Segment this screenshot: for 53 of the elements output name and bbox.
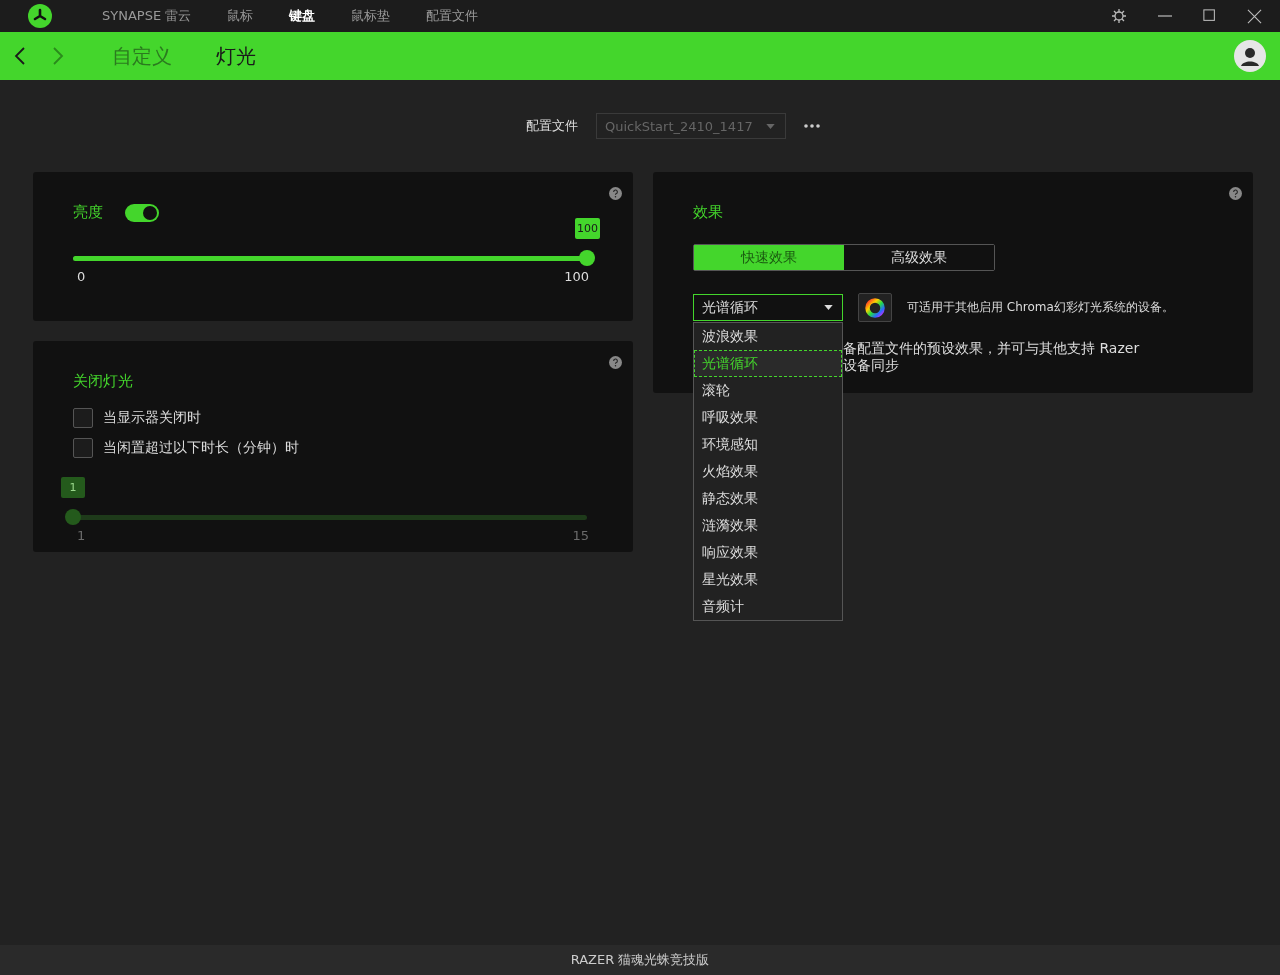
panel-title: 效果	[693, 203, 724, 222]
help-icon[interactable]	[609, 356, 622, 369]
caret-icon	[824, 305, 833, 310]
menu-item[interactable]: 火焰效果	[694, 458, 842, 485]
menu-item[interactable]: 响应效果	[694, 539, 842, 566]
help-icon[interactable]	[609, 187, 622, 200]
menu-item[interactable]: 滚轮	[694, 377, 842, 404]
menu-item[interactable]: 星光效果	[694, 566, 842, 593]
max-label: 100	[564, 269, 589, 284]
chroma-note: 可适用于其他启用 Chroma幻彩灯光系统的设备。	[907, 299, 1174, 316]
menu-item[interactable]: 波浪效果	[694, 323, 842, 350]
more-icon[interactable]	[804, 124, 820, 128]
menu-item[interactable]: 环境感知	[694, 431, 842, 458]
description-text: 备配置文件的预设效果，并可与其他支持 Razer	[843, 340, 1141, 357]
panel-title: 关闭灯光	[73, 372, 134, 391]
logo-icon	[28, 4, 52, 28]
nav-tab[interactable]: 键盘	[279, 7, 326, 25]
color-wheel-button[interactable]	[858, 293, 892, 322]
min-label: 0	[77, 269, 86, 284]
menu-item[interactable]: 光谱循环	[694, 350, 842, 377]
toggle-switch[interactable]	[125, 203, 159, 222]
effect-dropdown[interactable]: 光谱循环	[693, 294, 843, 321]
value-badge: 100	[575, 218, 600, 239]
help-icon[interactable]	[1229, 187, 1242, 200]
menu-item[interactable]: 呼吸效果	[694, 404, 842, 431]
min-label: 1	[77, 528, 86, 543]
slider-thumb[interactable]	[579, 250, 595, 266]
checkbox-label: 当显示器关闭时	[103, 409, 201, 427]
close-icon[interactable]	[1247, 8, 1262, 24]
maximize-icon[interactable]	[1203, 9, 1217, 23]
checkbox-label: 当闲置超过以下时长（分钟）时	[103, 439, 299, 457]
nav-tab[interactable]: 鼠标垫	[341, 7, 401, 25]
back-icon[interactable]	[14, 46, 26, 66]
value-badge: 1	[61, 477, 85, 498]
color-wheel-icon	[865, 297, 885, 318]
settings-icon[interactable]	[1111, 8, 1127, 24]
effect-tab[interactable]: 快速效果	[694, 245, 844, 270]
nav-tab[interactable]: 配置文件	[416, 7, 489, 25]
description-text: 设备同步	[843, 357, 900, 374]
menu-item[interactable]: 涟漪效果	[694, 512, 842, 539]
caret-icon	[766, 123, 775, 129]
avatar-icon[interactable]	[1234, 40, 1266, 72]
nav-tab[interactable]: SYNAPSE 雷云	[92, 7, 202, 25]
nav-tab[interactable]: 鼠标	[217, 7, 264, 25]
checkbox[interactable]	[73, 438, 93, 458]
menu-item[interactable]: 音频计	[694, 593, 842, 620]
profile-label: 配置文件	[526, 117, 578, 135]
device-name: RAZER 猫魂光蛛竞技版	[570, 951, 710, 969]
checkbox[interactable]	[73, 408, 93, 428]
sub-tab[interactable]: 灯光	[204, 42, 268, 70]
max-label: 15	[572, 528, 589, 543]
panel-title: 亮度	[73, 203, 103, 222]
menu-item[interactable]: 静态效果	[694, 485, 842, 512]
